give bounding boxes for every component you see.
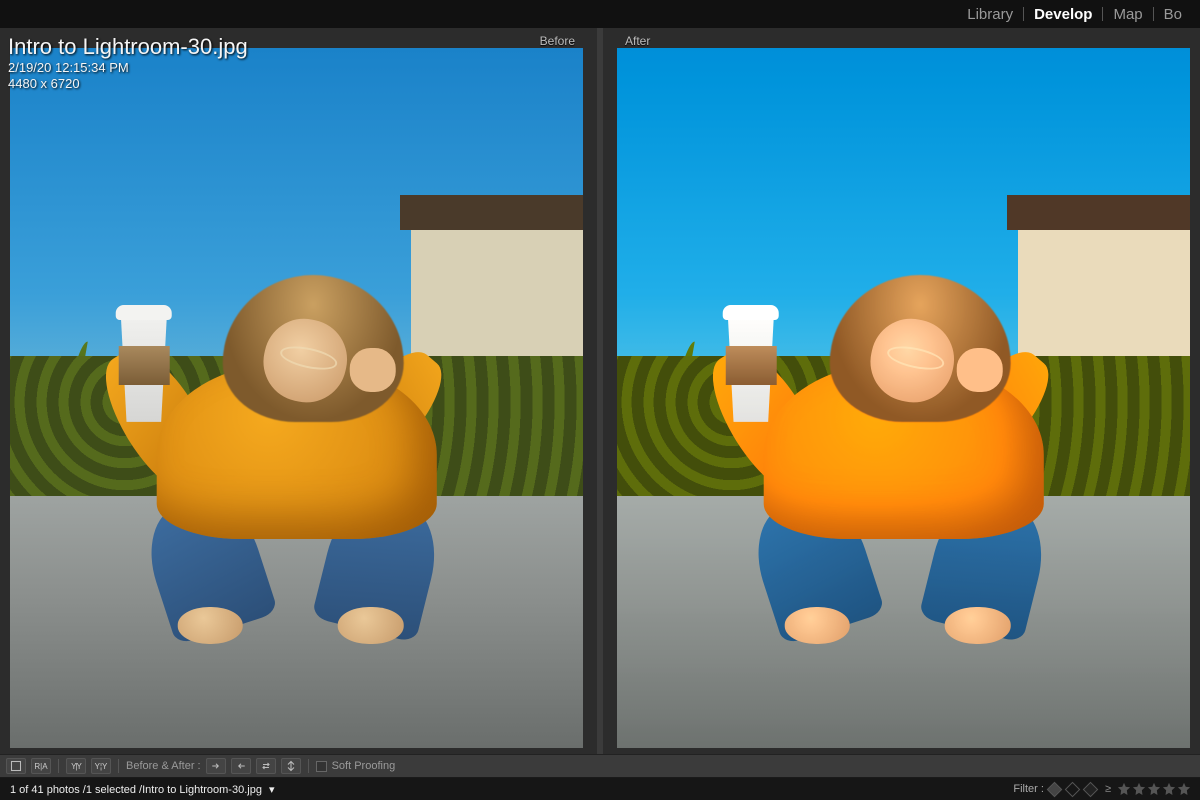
pane-divider[interactable] xyxy=(597,28,603,754)
after-image[interactable] xyxy=(617,48,1190,748)
star-icon[interactable] xyxy=(1133,783,1145,795)
before-after-label: Before & After : xyxy=(126,760,201,772)
module-picker: Library Develop Map Bo xyxy=(0,0,1200,28)
flag-unflagged-icon[interactable] xyxy=(1065,781,1081,797)
checkbox-icon xyxy=(316,761,327,772)
photo-before xyxy=(10,48,583,748)
reference-view-button[interactable]: R|A xyxy=(31,758,51,774)
soft-proofing-label: Soft Proofing xyxy=(332,760,396,772)
module-label: Develop xyxy=(1034,6,1092,23)
photo-count: 1 of 41 photos /1 selected / xyxy=(10,784,142,796)
loupe-view-button[interactable] xyxy=(6,758,26,774)
module-library[interactable]: Library xyxy=(957,6,1023,23)
toolbar-divider xyxy=(308,759,309,773)
filmstrip-path[interactable]: 1 of 41 photos /1 selected /Intro to Lig… xyxy=(10,783,275,796)
before-after-lr-button[interactable]: Y|Y xyxy=(66,758,86,774)
photo-after xyxy=(617,48,1190,748)
overlay-filename: Intro to Lightroom-30.jpg xyxy=(8,34,248,60)
before-after-tb-button[interactable]: Y¦Y xyxy=(91,758,111,774)
module-label: Bo xyxy=(1164,6,1182,23)
overlay-dimensions: 4480 x 6720 xyxy=(8,76,248,92)
filter-label: Filter : xyxy=(1013,783,1044,795)
swap-before-after-button[interactable] xyxy=(256,758,276,774)
star-icon[interactable] xyxy=(1148,783,1160,795)
image-info-overlay: Intro to Lightroom-30.jpg 2/19/20 12:15:… xyxy=(8,34,248,93)
copy-before-to-after-button[interactable] xyxy=(206,758,226,774)
star-icon[interactable] xyxy=(1118,783,1130,795)
copy-after-to-before-button[interactable] xyxy=(231,758,251,774)
compare-view: Intro to Lightroom-30.jpg 2/19/20 12:15:… xyxy=(0,28,1200,754)
star-icon[interactable] xyxy=(1163,783,1175,795)
module-map[interactable]: Map xyxy=(1103,6,1152,23)
module-develop[interactable]: Develop xyxy=(1024,6,1102,23)
develop-toolbar: R|A Y|Y Y¦Y Before & After : Soft Proofi… xyxy=(0,754,1200,778)
soft-proofing-toggle[interactable]: Soft Proofing xyxy=(316,760,396,772)
toolbar-divider xyxy=(118,759,119,773)
after-label: After xyxy=(625,34,650,48)
rating-operator[interactable]: ≥ xyxy=(1105,783,1111,795)
module-label: Map xyxy=(1113,6,1142,23)
before-after-single-button[interactable] xyxy=(281,758,301,774)
overlay-timestamp: 2/19/20 12:15:34 PM xyxy=(8,60,248,76)
flag-picked-icon[interactable] xyxy=(1047,781,1063,797)
before-pane: Before xyxy=(0,28,593,754)
after-pane: After xyxy=(607,28,1200,754)
toolbar-divider xyxy=(58,759,59,773)
module-book[interactable]: Bo xyxy=(1154,6,1192,23)
filter-controls: Filter : ≥ xyxy=(1013,783,1190,795)
status-bar: 1 of 41 photos /1 selected /Intro to Lig… xyxy=(0,778,1200,800)
flag-rejected-icon[interactable] xyxy=(1083,781,1099,797)
star-icon[interactable] xyxy=(1178,783,1190,795)
module-label: Library xyxy=(967,6,1013,23)
status-filename: Intro to Lightroom-30.jpg xyxy=(142,784,262,796)
before-label: Before xyxy=(540,34,575,48)
dropdown-icon: ▾ xyxy=(269,784,275,796)
before-image[interactable] xyxy=(10,48,583,748)
